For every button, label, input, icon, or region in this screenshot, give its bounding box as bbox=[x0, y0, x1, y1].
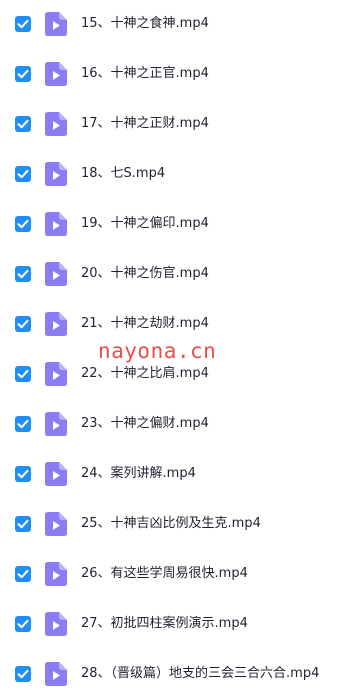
file-name[interactable]: 25、十神吉凶比例及生克.mp4 bbox=[81, 516, 261, 532]
video-file-icon bbox=[45, 162, 67, 186]
file-row[interactable]: 18、七S.mp4 bbox=[0, 150, 340, 200]
checkmark-icon bbox=[17, 469, 29, 479]
video-file-icon bbox=[45, 462, 67, 486]
video-file-icon bbox=[45, 412, 67, 436]
video-file-icon bbox=[45, 312, 67, 336]
checkmark-icon bbox=[17, 619, 29, 629]
checkmark-icon bbox=[17, 19, 29, 29]
video-file-icon bbox=[45, 362, 67, 386]
checkmark-icon bbox=[17, 569, 29, 579]
checkbox[interactable] bbox=[15, 116, 31, 132]
file-row[interactable]: 20、十神之伤官.mp4 bbox=[0, 250, 340, 300]
file-name[interactable]: 22、十神之比肩.mp4 bbox=[81, 366, 209, 382]
video-file-icon bbox=[45, 262, 67, 286]
checkbox[interactable] bbox=[15, 166, 31, 182]
file-row[interactable]: 24、案列讲解.mp4 bbox=[0, 450, 340, 500]
checkbox[interactable] bbox=[15, 566, 31, 582]
checkbox[interactable] bbox=[15, 216, 31, 232]
file-name[interactable]: 28、（晋级篇）地支的三会三合六合.mp4 bbox=[81, 666, 319, 682]
file-name[interactable]: 27、初批四柱案例演示.mp4 bbox=[81, 616, 248, 632]
checkbox[interactable] bbox=[15, 366, 31, 382]
checkbox[interactable] bbox=[15, 466, 31, 482]
file-row[interactable]: 27、初批四柱案例演示.mp4 bbox=[0, 600, 340, 650]
file-name[interactable]: 18、七S.mp4 bbox=[81, 166, 165, 182]
checkmark-icon bbox=[17, 669, 29, 679]
checkbox[interactable] bbox=[15, 16, 31, 32]
file-row[interactable]: 28、（晋级篇）地支的三会三合六合.mp4 bbox=[0, 650, 340, 700]
file-name[interactable]: 21、十神之劫财.mp4 bbox=[81, 316, 209, 332]
file-name[interactable]: 17、十神之正财.mp4 bbox=[81, 116, 209, 132]
video-file-icon bbox=[45, 662, 67, 686]
checkmark-icon bbox=[17, 269, 29, 279]
checkbox[interactable] bbox=[15, 416, 31, 432]
file-row[interactable]: 16、十神之正官.mp4 bbox=[0, 50, 340, 100]
file-name[interactable]: 19、十神之偏印.mp4 bbox=[81, 216, 209, 232]
video-file-icon bbox=[45, 512, 67, 536]
checkmark-icon bbox=[17, 119, 29, 129]
file-name[interactable]: 23、十神之偏财.mp4 bbox=[81, 416, 209, 432]
checkmark-icon bbox=[17, 219, 29, 229]
checkmark-icon bbox=[17, 169, 29, 179]
video-file-icon bbox=[45, 612, 67, 636]
checkbox[interactable] bbox=[15, 266, 31, 282]
file-row[interactable]: 19、十神之偏印.mp4 bbox=[0, 200, 340, 250]
checkmark-icon bbox=[17, 369, 29, 379]
file-row[interactable]: 23、十神之偏财.mp4 bbox=[0, 400, 340, 450]
checkbox[interactable] bbox=[15, 616, 31, 632]
checkbox[interactable] bbox=[15, 516, 31, 532]
file-row[interactable]: 25、十神吉凶比例及生克.mp4 bbox=[0, 500, 340, 550]
file-name[interactable]: 20、十神之伤官.mp4 bbox=[81, 266, 209, 282]
checkmark-icon bbox=[17, 319, 29, 329]
file-name[interactable]: 16、十神之正官.mp4 bbox=[81, 66, 209, 82]
checkmark-icon bbox=[17, 519, 29, 529]
file-name[interactable]: 15、十神之食神.mp4 bbox=[81, 16, 209, 32]
video-file-icon bbox=[45, 62, 67, 86]
checkbox[interactable] bbox=[15, 316, 31, 332]
video-file-icon bbox=[45, 12, 67, 36]
file-name[interactable]: 24、案列讲解.mp4 bbox=[81, 466, 196, 482]
video-file-icon bbox=[45, 212, 67, 236]
video-file-icon bbox=[45, 112, 67, 136]
checkmark-icon bbox=[17, 69, 29, 79]
checkbox[interactable] bbox=[15, 666, 31, 682]
file-row[interactable]: 26、有这些学周易很快.mp4 bbox=[0, 550, 340, 600]
file-name[interactable]: 26、有这些学周易很快.mp4 bbox=[81, 566, 248, 582]
checkmark-icon bbox=[17, 419, 29, 429]
watermark-text: nayona.cn bbox=[98, 339, 217, 363]
video-file-icon bbox=[45, 562, 67, 586]
file-row[interactable]: 15、十神之食神.mp4 bbox=[0, 0, 340, 50]
checkbox[interactable] bbox=[15, 66, 31, 82]
file-row[interactable]: 17、十神之正财.mp4 bbox=[0, 100, 340, 150]
